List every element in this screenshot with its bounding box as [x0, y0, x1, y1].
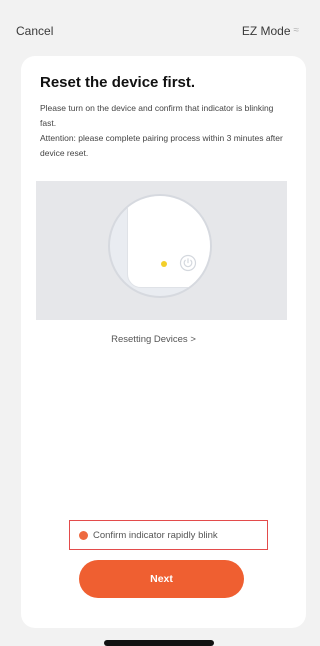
device-image	[127, 196, 210, 288]
confirm-indicator-checkbox[interactable]: Confirm indicator rapidly blink	[69, 520, 268, 550]
attention-text: Attention: please complete pairing proce…	[40, 133, 283, 158]
ez-mode-label: EZ Mode	[241, 24, 291, 38]
zoom-circle	[108, 194, 212, 298]
ez-mode-button[interactable]: EZ Mode ≈	[242, 24, 299, 38]
instructions: Please turn on the device and confirm th…	[40, 101, 290, 161]
top-bar: Cancel EZ Mode ≈	[0, 24, 309, 44]
home-indicator	[104, 640, 214, 646]
device-illustration	[36, 181, 287, 320]
indicator-light-icon	[161, 261, 167, 267]
instruction-text: Please turn on the device and confirm th…	[40, 103, 274, 128]
screen: Cancel EZ Mode ≈ Reset the device first.…	[0, 0, 309, 646]
power-button-icon	[179, 254, 197, 272]
switch-icon: ≈	[293, 25, 300, 36]
content-card: Reset the device first. Please turn on t…	[21, 56, 306, 628]
confirm-indicator-label: Confirm indicator rapidly blink	[93, 529, 218, 541]
radio-checked-icon[interactable]	[79, 530, 88, 540]
next-button[interactable]: Next	[79, 560, 244, 598]
cancel-button[interactable]: Cancel	[16, 24, 53, 38]
page-title: Reset the device first.	[40, 74, 196, 91]
resetting-devices-link[interactable]: Resetting Devices >	[21, 334, 286, 345]
